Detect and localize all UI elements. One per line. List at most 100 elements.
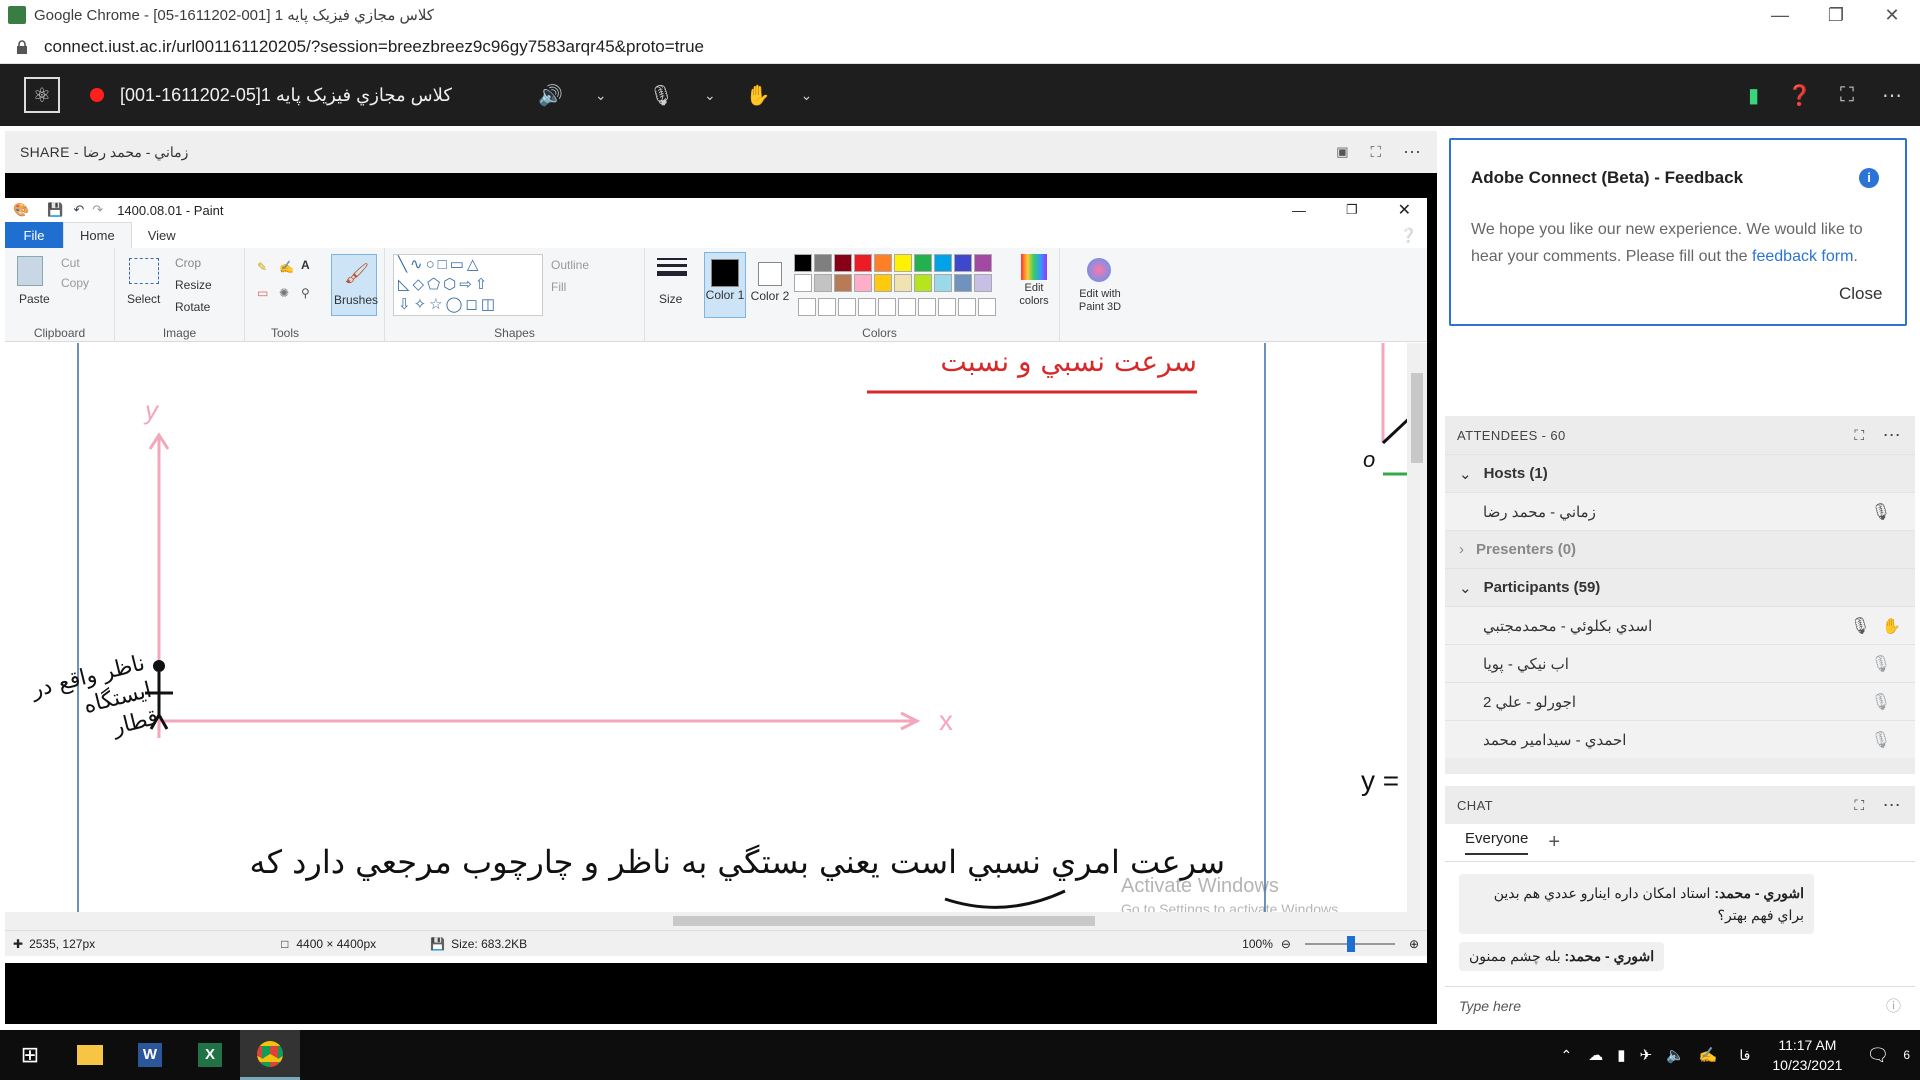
- add-tab-icon[interactable]: +: [1548, 831, 1560, 854]
- feedback-link[interactable]: feedback form: [1752, 248, 1853, 265]
- hosts-group[interactable]: ⌄ Hosts (1): [1445, 454, 1915, 492]
- palette-swatch[interactable]: [914, 274, 932, 292]
- palette-swatch[interactable]: [934, 274, 952, 292]
- size-icon[interactable]: [657, 258, 687, 276]
- more-icon[interactable]: ⋯: [1883, 425, 1901, 446]
- fill-icon[interactable]: ✍: [279, 260, 294, 274]
- color1-button[interactable]: Color 1: [704, 252, 746, 318]
- mic-muted-icon[interactable]: 🎙: [1850, 616, 1870, 636]
- file-tab[interactable]: File: [5, 222, 63, 248]
- save-icon[interactable]: 💾: [47, 202, 63, 218]
- chevron-down-icon[interactable]: ⌄: [801, 87, 813, 104]
- palette-swatch[interactable]: [814, 274, 832, 292]
- vertical-scrollbar[interactable]: [1407, 343, 1427, 912]
- notification-icon[interactable]: 🗨: [1866, 1045, 1889, 1066]
- zoom-in-icon[interactable]: ⊕: [1409, 937, 1419, 951]
- minimize-icon[interactable]: —: [1752, 0, 1808, 30]
- minimize-icon[interactable]: —: [1292, 202, 1306, 218]
- pencil-icon[interactable]: ✎: [257, 260, 267, 274]
- close-icon[interactable]: ✕: [1398, 200, 1411, 220]
- airplane-icon[interactable]: ✈: [1639, 1046, 1652, 1064]
- chevron-up-icon[interactable]: ⌃: [1560, 1047, 1572, 1064]
- speaker-icon[interactable]: 🔊: [538, 83, 563, 108]
- list-item[interactable]: اسدي بكلوئي - محمدمجتبي 🎙 ✋: [1445, 606, 1915, 644]
- home-tab[interactable]: Home: [63, 222, 132, 248]
- select-icon[interactable]: [129, 258, 159, 284]
- palette-swatch[interactable]: [894, 254, 912, 272]
- resize-button[interactable]: Resize: [175, 278, 212, 292]
- palette-swatch[interactable]: [954, 274, 972, 292]
- paint3d-icon[interactable]: [1087, 258, 1111, 282]
- cloud-icon[interactable]: ☁: [1588, 1046, 1603, 1064]
- scroll-thumb[interactable]: [673, 916, 1095, 926]
- eraser-icon[interactable]: ▭: [257, 286, 268, 300]
- outline-button[interactable]: Outline: [551, 258, 589, 272]
- view-tab[interactable]: View: [132, 222, 192, 248]
- microphone-icon[interactable]: 🎙: [1871, 502, 1891, 522]
- palette-swatch[interactable]: [794, 254, 812, 272]
- crop-button[interactable]: Crop: [175, 256, 201, 270]
- magnifier-icon[interactable]: ⚲: [301, 286, 310, 300]
- fullscreen-icon[interactable]: ⛶: [1854, 797, 1864, 814]
- chevron-down-icon[interactable]: ⌄: [595, 87, 607, 104]
- rotate-button[interactable]: Rotate: [175, 300, 210, 314]
- fullscreen-icon[interactable]: ⛶: [1840, 84, 1854, 107]
- close-button[interactable]: Close: [1839, 284, 1882, 304]
- palette-swatch[interactable]: [974, 254, 992, 272]
- tab-everyone[interactable]: Everyone: [1465, 830, 1529, 855]
- host-row[interactable]: زماني - محمد رضا 🎙: [1445, 492, 1915, 530]
- palette-swatch[interactable]: [794, 274, 812, 292]
- zoom-out-icon[interactable]: ⊖: [1281, 937, 1291, 951]
- more-icon[interactable]: ⋯: [1882, 83, 1902, 108]
- paint3d-button[interactable]: Edit with Paint 3D: [1067, 288, 1133, 314]
- list-item[interactable]: اجورلو - علي 2 🎙: [1445, 682, 1915, 720]
- copy-button[interactable]: Copy: [61, 276, 89, 290]
- participants-group[interactable]: ⌄ Participants (59): [1445, 568, 1915, 606]
- zoom-slider[interactable]: [1304, 935, 1395, 952]
- list-item[interactable]: اب نيكي - پويا 🎙: [1445, 644, 1915, 682]
- address-bar[interactable]: connect.iust.ac.ir/url001161120205/?sess…: [0, 30, 1920, 64]
- maximize-icon[interactable]: ❐: [1808, 0, 1864, 30]
- language-indicator[interactable]: فا: [1739, 1047, 1750, 1064]
- fullscreen-icon[interactable]: ⛶: [1854, 427, 1864, 444]
- edit-colors-button[interactable]: Edit colors: [1014, 254, 1054, 318]
- more-icon[interactable]: ⋯: [1883, 795, 1901, 816]
- palette-swatch[interactable]: [974, 274, 992, 292]
- url-text[interactable]: connect.iust.ac.ir/url001161120205/?sess…: [44, 37, 704, 57]
- color-picker-icon[interactable]: ✺: [279, 286, 289, 300]
- palette-swatch[interactable]: [874, 254, 892, 272]
- start-button[interactable]: ⊞: [0, 1030, 60, 1080]
- redo-icon[interactable]: ↷: [92, 202, 103, 218]
- adobe-connect-logo[interactable]: ⚛: [24, 77, 60, 113]
- palette-swatch[interactable]: [834, 254, 852, 272]
- text-icon[interactable]: A: [301, 258, 310, 272]
- paint-canvas[interactable]: y x ناظر واقع در ايستگاه قطار سرعت امري …: [5, 343, 1427, 917]
- close-icon[interactable]: ✕: [1864, 0, 1920, 30]
- list-item[interactable]: احمدي - سيدامير محمد 🎙: [1445, 720, 1915, 758]
- chrome-button[interactable]: [240, 1030, 300, 1080]
- actual-size-icon[interactable]: ▣: [1336, 144, 1348, 160]
- cut-button[interactable]: Cut: [61, 256, 80, 270]
- zoom-thumb[interactable]: [1346, 935, 1355, 952]
- brushes-button[interactable]: 🖌 Brushes: [331, 254, 378, 316]
- horizontal-scrollbar[interactable]: [5, 912, 1427, 930]
- chevron-down-icon[interactable]: ⌄: [704, 87, 716, 104]
- word-button[interactable]: W: [120, 1030, 180, 1080]
- palette-swatch[interactable]: [854, 274, 872, 292]
- color2-button[interactable]: Color 2: [750, 252, 790, 318]
- volume-icon[interactable]: 🔈: [1666, 1046, 1685, 1064]
- size-button[interactable]: Size: [659, 292, 682, 306]
- palette-swatch[interactable]: [934, 254, 952, 272]
- presenters-group[interactable]: › Presenters (0): [1445, 530, 1915, 568]
- more-icon[interactable]: ⋯: [1403, 142, 1421, 163]
- shapes-gallery[interactable]: ╲∿○□▭△ ◺◇⬠⬡⇨⇧ ⇩✧☆◯◻◫: [393, 254, 543, 316]
- explorer-button[interactable]: [60, 1030, 120, 1080]
- battery-icon[interactable]: ▮: [1617, 1046, 1625, 1064]
- microphone-icon[interactable]: 🎙: [649, 83, 674, 108]
- pen-icon[interactable]: ✍: [1699, 1046, 1718, 1064]
- palette-swatch[interactable]: [894, 274, 912, 292]
- excel-button[interactable]: X: [180, 1030, 240, 1080]
- paste-button[interactable]: Paste: [19, 292, 50, 306]
- fill-button[interactable]: Fill: [551, 280, 566, 294]
- palette-swatch[interactable]: [954, 254, 972, 272]
